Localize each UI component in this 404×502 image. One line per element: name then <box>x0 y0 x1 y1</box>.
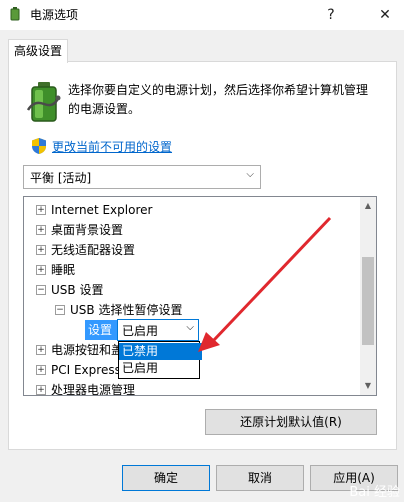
chevron-down-icon: ⌵ <box>186 322 194 333</box>
expand-icon[interactable]: + <box>36 265 46 275</box>
scrollbar-thumb[interactable] <box>362 257 374 345</box>
expand-icon[interactable]: + <box>36 345 46 355</box>
expand-icon[interactable]: + <box>36 205 46 215</box>
description-text: 选择你要自定义的电源计划，然后选择你希望计算机管理的电源设置。 <box>68 83 369 116</box>
tab-advanced-settings[interactable]: 高级设置 <box>8 39 68 63</box>
tree-item-pci-express[interactable]: + PCI Express <box>36 360 121 380</box>
tree-item-usb-selective-suspend[interactable]: − USB 选择性暂停设置 <box>55 300 182 320</box>
help-button[interactable]: ? <box>316 2 346 28</box>
collapse-icon[interactable]: − <box>55 305 65 315</box>
plan-dropdown[interactable]: 平衡 [活动] ⌵ <box>23 165 261 189</box>
tree-item-label: Internet Explorer <box>51 203 153 217</box>
restore-defaults-button[interactable]: 还原计划默认值(R) <box>205 409 377 435</box>
tree-item-desktop-background[interactable]: + 桌面背景设置 <box>36 220 123 240</box>
ok-button[interactable]: 确定 <box>122 465 210 491</box>
change-settings-link[interactable]: 更改当前不可用的设置 <box>52 138 172 155</box>
setting-options-list[interactable]: 已禁用 已启用 <box>118 341 202 379</box>
cancel-button[interactable]: 取消 <box>216 465 304 491</box>
tree-item-label: 睡眠 <box>51 263 76 277</box>
power-options-icon <box>10 7 20 21</box>
expand-icon[interactable]: + <box>36 245 46 255</box>
battery-icon <box>26 82 61 122</box>
expand-icon[interactable]: + <box>36 385 46 395</box>
expand-icon[interactable]: + <box>36 365 46 375</box>
plan-dropdown-value: 平衡 [活动] <box>30 171 92 185</box>
setting-value-combo[interactable]: 已启用 ⌵ <box>117 319 199 341</box>
scroll-down-icon[interactable]: ▼ <box>360 379 376 393</box>
tree-item-processor-power[interactable]: + 处理器电源管理 <box>36 380 136 396</box>
tree-item-internet-explorer[interactable]: + Internet Explorer <box>36 200 152 220</box>
tree-item-label: 电源按钮和盖 <box>51 343 124 357</box>
close-button[interactable]: ✕ <box>370 2 400 28</box>
tree-item-label: USB 选择性暂停设置 <box>70 303 183 317</box>
tree-item-label: USB 设置 <box>51 283 104 297</box>
scroll-up-icon[interactable]: ▲ <box>360 199 376 213</box>
option-disabled[interactable]: 已禁用 <box>119 343 202 360</box>
tree-item-wireless-adapter[interactable]: + 无线适配器设置 <box>36 240 135 260</box>
tree-item-label: 无线适配器设置 <box>51 243 136 257</box>
collapse-icon[interactable]: − <box>36 285 46 295</box>
title-bar: 电源选项 ? ✕ <box>0 0 404 30</box>
tree-item-usb-settings[interactable]: − USB 设置 <box>36 280 103 300</box>
expand-icon[interactable]: + <box>36 225 46 235</box>
tree-scrollbar[interactable]: ▲ ▼ <box>360 197 376 395</box>
window-title: 电源选项 <box>30 8 79 22</box>
watermark: Bai 经验 <box>349 485 400 500</box>
chevron-down-icon: ⌵ <box>246 169 254 180</box>
shield-icon <box>32 138 46 154</box>
setting-value: 已启用 <box>122 324 159 338</box>
tree-item-power-buttons[interactable]: + 电源按钮和盖 <box>36 340 123 360</box>
tree-item-label: 处理器电源管理 <box>51 383 136 396</box>
tree-item-sleep[interactable]: + 睡眠 <box>36 260 75 280</box>
option-enabled[interactable]: 已启用 <box>119 360 202 377</box>
tree-item-label: PCI Express <box>51 363 121 377</box>
tree-item-label: 桌面背景设置 <box>51 223 124 237</box>
